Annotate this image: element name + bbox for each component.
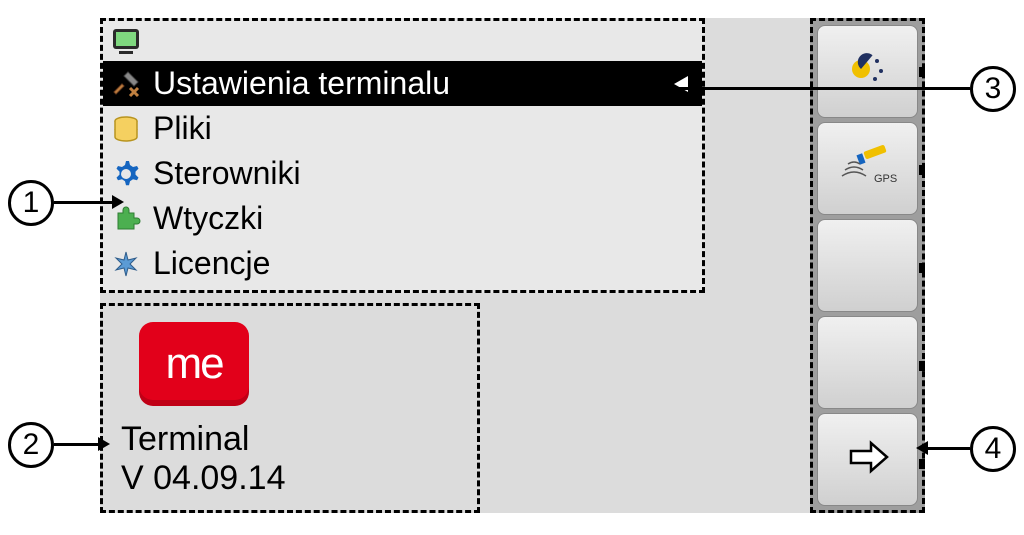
menu-item-licenses[interactable]: Licencje <box>103 241 702 286</box>
notch <box>919 165 925 175</box>
callout-line <box>656 87 970 90</box>
menu-item-label: Pliki <box>153 110 212 147</box>
softkey-panel: GPS <box>810 18 925 513</box>
menu-item-drivers[interactable]: Sterowniki <box>103 151 702 196</box>
softkey-brightness[interactable] <box>817 25 918 118</box>
softkey-next[interactable] <box>817 413 918 506</box>
menu-item-label: Licencje <box>153 245 270 282</box>
callout-2: 2 <box>8 422 54 468</box>
callout-1: 1 <box>8 180 54 226</box>
svg-text:GPS: GPS <box>874 173 897 185</box>
callout-arrow <box>112 195 124 209</box>
terminal-screen: Ustawienia terminalu Pliki Sterowniki <box>100 18 925 513</box>
menu-item-label: Ustawienia terminalu <box>153 65 450 102</box>
softkey-gps[interactable]: GPS <box>817 122 918 215</box>
notch <box>919 459 925 469</box>
brand-logo-text: me <box>165 339 222 389</box>
softkey-empty-1[interactable] <box>817 219 918 312</box>
app-name: Terminal <box>121 420 459 459</box>
callout-3: 3 <box>970 66 1016 112</box>
notch <box>919 263 925 273</box>
tools-icon <box>109 67 143 101</box>
menu-item-files[interactable]: Pliki <box>103 106 702 151</box>
app-version: V 04.09.14 <box>121 459 459 498</box>
brand-logo: me <box>139 322 249 406</box>
menu-item-terminal-settings[interactable]: Ustawienia terminalu <box>103 61 702 106</box>
callout-line <box>928 447 970 450</box>
callout-line <box>54 443 98 446</box>
menu-panel: Ustawienia terminalu Pliki Sterowniki <box>100 18 705 293</box>
monitor-icon <box>109 24 143 58</box>
notch <box>919 67 925 77</box>
license-icon <box>109 247 143 281</box>
callout-arrow <box>644 81 656 95</box>
softkey-empty-2[interactable] <box>817 316 918 409</box>
database-icon <box>109 112 143 146</box>
callout-arrow <box>916 441 928 455</box>
notch <box>919 361 925 371</box>
menu-header <box>103 21 702 61</box>
gps-icon: GPS <box>838 144 898 193</box>
menu-item-label: Sterowniki <box>153 155 301 192</box>
menu-item-plugins[interactable]: Wtyczki <box>103 196 702 241</box>
arrow-right-icon <box>843 439 893 480</box>
callout-4: 4 <box>970 426 1016 472</box>
callout-arrow <box>98 437 110 451</box>
menu-item-label: Wtyczki <box>153 200 263 237</box>
gear-icon <box>109 157 143 191</box>
info-panel: me Terminal V 04.09.14 <box>100 303 480 513</box>
callout-line <box>54 201 112 204</box>
